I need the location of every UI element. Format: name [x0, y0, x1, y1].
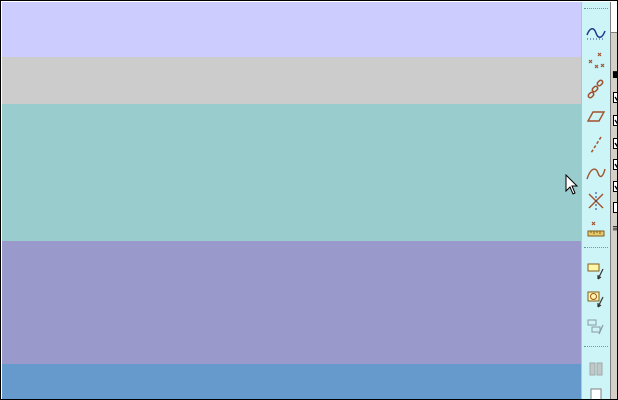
measure-tool-button[interactable]	[585, 218, 607, 240]
intersection-tool-button[interactable]	[585, 190, 607, 212]
drawing-toolbar	[581, 2, 610, 399]
spline-icon	[586, 168, 606, 180]
property-checkbox[interactable]	[613, 202, 617, 213]
scatter-points-icon	[588, 52, 605, 69]
curve-wave-icon	[586, 28, 606, 40]
color-band-4	[2, 241, 581, 364]
property-checkbox[interactable]	[613, 115, 617, 126]
dashed-line-icon	[590, 136, 602, 154]
grid-tool-button	[585, 358, 607, 380]
circle-rect-icon	[587, 291, 604, 308]
color-band-1	[2, 2, 581, 57]
property-checkbox[interactable]	[613, 92, 617, 103]
scatter-tool-button[interactable]	[585, 50, 607, 72]
page-icon	[590, 388, 602, 399]
toolbar-separator	[584, 346, 608, 349]
circle-rect-tool-button[interactable]	[585, 288, 607, 310]
chain-link-tool-button[interactable]	[585, 78, 607, 100]
spline-tool-button[interactable]	[585, 162, 607, 184]
layers-icon	[587, 319, 604, 335]
property-checkbox[interactable]	[613, 138, 617, 149]
color-band-2	[2, 57, 581, 104]
property-checkbox[interactable]	[613, 159, 617, 170]
rect-to-point-tool-button[interactable]	[585, 260, 607, 282]
parallelogram-tool-button[interactable]	[585, 106, 607, 128]
layers-tool-button[interactable]	[585, 316, 607, 338]
panel-glyph-icon: ≡	[612, 224, 617, 234]
page-tool-button[interactable]	[585, 384, 607, 399]
intersection-icon	[588, 192, 604, 210]
drawing-canvas[interactable]	[2, 2, 581, 399]
properties-panel-edge: ■ ≡	[610, 2, 617, 399]
application-window: ■ ≡	[0, 0, 618, 400]
grid-disabled-icon	[589, 362, 603, 376]
curve-wave-tool-button[interactable]	[585, 22, 607, 44]
toolbar-separator	[584, 247, 608, 250]
dashed-line-tool-button[interactable]	[585, 134, 607, 156]
measure-ruler-icon	[587, 221, 605, 237]
panel-glyph-icon: ■	[612, 70, 617, 80]
toolbar-separator	[584, 8, 608, 11]
rect-to-point-icon	[587, 263, 604, 280]
panel-header	[611, 2, 617, 33]
chain-link-icon	[587, 79, 604, 99]
color-band-3	[2, 104, 581, 241]
property-checkbox[interactable]	[613, 181, 617, 192]
mouse-cursor-icon	[565, 174, 579, 195]
parallelogram-icon	[586, 111, 606, 122]
color-band-5	[2, 364, 581, 399]
